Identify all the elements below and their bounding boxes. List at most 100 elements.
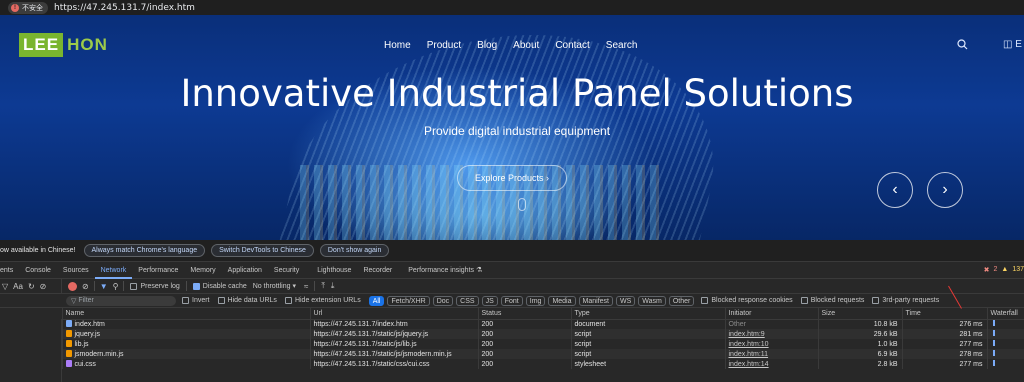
cell-initiator[interactable]: index.htm:9 <box>725 329 819 339</box>
table-row[interactable]: jsmodern.min.js https://47.245.131.7/stat… <box>0 349 1024 359</box>
type-doc[interactable]: Doc <box>432 295 454 306</box>
table-row[interactable]: cui.css https://47.245.131.7/static/css/c… <box>0 359 1024 369</box>
site-logo[interactable]: LEE HON <box>19 33 108 57</box>
initiator-link[interactable]: index.htm:10 <box>729 341 769 348</box>
tab-performance[interactable]: Performance <box>132 262 184 279</box>
cell-initiator[interactable]: index.htm:10 <box>725 339 819 349</box>
column-header-url[interactable]: Url <box>310 308 479 320</box>
wifi-icon[interactable]: ≈ <box>304 282 308 291</box>
preserve-log-checkbox[interactable]: Preserve log <box>130 282 180 290</box>
type-other[interactable]: Other <box>668 295 695 306</box>
chat-label-cut: E <box>1015 39 1022 50</box>
type-css[interactable]: CSS <box>456 295 479 306</box>
clear-icon[interactable]: ⊘ <box>82 282 89 291</box>
throttling-select[interactable]: No throttling ▾ <box>253 282 296 290</box>
search-icon[interactable]: ⚲ <box>113 282 119 291</box>
column-header-size[interactable]: Size <box>818 308 903 320</box>
waterfall-bar <box>992 360 995 366</box>
table-row[interactable]: index.htm https://47.245.131.7/index.htm 2… <box>0 319 1024 329</box>
nav-search[interactable]: Search <box>606 40 638 51</box>
url-text[interactable]: https://47.245.131.7/index.htm <box>54 3 195 13</box>
cell-name[interactable]: jquery.js <box>62 329 311 339</box>
tab-console[interactable]: Console <box>19 262 57 279</box>
type-all[interactable]: All <box>368 295 385 306</box>
cell-initiator[interactable]: Other <box>725 319 819 329</box>
table-row[interactable]: jquery.js https://47.245.131.7/static/js/… <box>0 329 1024 339</box>
tab-elements[interactable]: ents <box>0 262 19 279</box>
match-language-button[interactable]: Always match Chrome's language <box>83 244 206 257</box>
type-font[interactable]: Font <box>500 295 523 306</box>
type-img[interactable]: Img <box>525 295 546 306</box>
initiator-link[interactable]: index.htm:9 <box>729 331 765 338</box>
hide-data-urls-checkbox[interactable]: Hide data URLs <box>217 297 277 304</box>
explore-products-button[interactable]: Explore Products › <box>457 165 567 191</box>
hide-extension-urls-checkbox[interactable]: Hide extension URLs <box>284 297 361 304</box>
upload-icon[interactable]: ⤒ <box>321 281 325 291</box>
website-hero: LEE HON Home Product Blog About Contact … <box>0 15 1024 240</box>
security-chip[interactable]: ! 不安全 <box>8 1 48 14</box>
column-header-status[interactable]: Status <box>478 308 572 320</box>
request-name: jsmodern.min.js <box>74 351 124 358</box>
initiator-link[interactable]: index.htm:14 <box>729 361 769 368</box>
chat-icon[interactable]: ◫ E <box>1003 39 1022 50</box>
type-fetch-xhr[interactable]: Fetch/XHR <box>387 295 430 306</box>
tab-recorder[interactable]: Recorder <box>357 262 398 279</box>
type-media[interactable]: Media <box>548 295 576 306</box>
cell-initiator[interactable]: index.htm:14 <box>725 359 819 369</box>
tab-application[interactable]: Application <box>222 262 268 279</box>
type-ws[interactable]: WS <box>615 295 636 306</box>
issue-counters[interactable]: ✖ 2 ▲ 137 <box>984 266 1024 274</box>
tab-performance-insights[interactable]: Performance insights ⚗ <box>402 262 488 279</box>
cell-initiator[interactable]: index.htm:11 <box>725 349 819 359</box>
switch-language-button[interactable]: Switch DevTools to Chinese <box>211 244 314 257</box>
type-wasm[interactable]: Wasm <box>638 295 666 306</box>
blocked-requests-checkbox[interactable]: Blocked requests <box>800 297 864 304</box>
address-bar[interactable]: ! 不安全 https://47.245.131.7/index.htm <box>0 0 1024 15</box>
warning-icon: ▲ <box>1001 266 1009 273</box>
record-button[interactable] <box>68 281 77 291</box>
cell-name[interactable]: lib.js <box>62 339 311 349</box>
disable-cache-checkbox[interactable]: Disable cache <box>192 282 247 290</box>
column-header-initiator[interactable]: Initiator <box>725 308 819 320</box>
column-header-time[interactable]: Time <box>902 308 988 320</box>
cell-type: script <box>571 329 726 339</box>
preserve-log-label: Preserve log <box>140 282 180 290</box>
type-manifest[interactable]: Manifest <box>578 295 613 306</box>
checkbox-box <box>182 297 189 304</box>
nav-contact[interactable]: Contact <box>555 40 589 51</box>
cell-name[interactable]: jsmodern.min.js <box>62 349 311 359</box>
nav-home[interactable]: Home <box>384 40 411 51</box>
tab-network[interactable]: Network <box>94 262 133 279</box>
tab-lighthouse[interactable]: Lighthouse <box>311 262 357 279</box>
filter-input[interactable]: ▽ Filter <box>66 295 176 306</box>
invert-checkbox[interactable]: Invert <box>182 297 210 304</box>
case-icon[interactable]: Aa <box>13 282 23 291</box>
blocked-cookies-checkbox[interactable]: Blocked response cookies <box>701 297 793 304</box>
initiator-link[interactable]: index.htm:11 <box>729 351 769 358</box>
filter-funnel-icon[interactable]: ▼ <box>100 282 108 291</box>
column-header-waterfall[interactable]: Waterfall <box>987 308 1024 320</box>
tab-sources[interactable]: Sources <box>57 262 95 279</box>
type-js[interactable]: JS <box>481 295 498 306</box>
carousel-next-button[interactable]: › <box>927 172 963 208</box>
refresh-icon[interactable]: ↻ <box>28 282 35 291</box>
column-header-type[interactable]: Type <box>571 308 726 320</box>
nav-blog[interactable]: Blog <box>477 40 497 51</box>
search-icon[interactable] <box>957 39 969 51</box>
network-request-table: Name Url Status Type Initiator Size Time… <box>0 308 1024 369</box>
column-header-name[interactable]: Name <box>62 308 311 320</box>
third-party-label: 3rd-party requests <box>882 297 940 304</box>
tab-security[interactable]: Security <box>268 262 305 279</box>
table-row[interactable]: lib.js https://47.245.131.7/static/js/lib… <box>0 339 1024 349</box>
tab-memory[interactable]: Memory <box>184 262 221 279</box>
dont-show-again-button[interactable]: Don't show again <box>319 244 390 257</box>
carousel-prev-button[interactable]: ‹ <box>877 172 913 208</box>
nav-product[interactable]: Product <box>427 40 461 51</box>
cell-name[interactable]: index.htm <box>62 319 311 329</box>
nav-about[interactable]: About <box>513 40 539 51</box>
cell-name[interactable]: cui.css <box>62 359 311 369</box>
filter-icon[interactable]: ▽ <box>2 282 8 291</box>
third-party-checkbox[interactable]: 3rd-party requests <box>872 297 939 304</box>
block-icon[interactable]: ⊘ <box>40 282 47 291</box>
download-icon[interactable]: ⤓ <box>331 281 335 291</box>
